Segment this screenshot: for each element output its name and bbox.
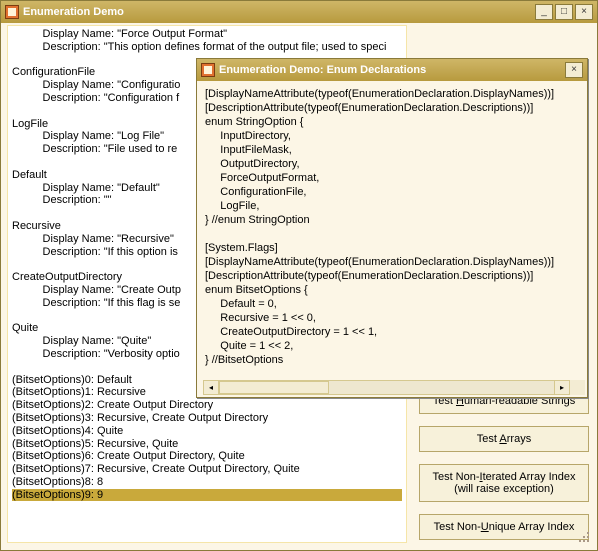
child-close-button[interactable]: × [565,62,583,78]
child-window-title: Enumeration Demo: Enum Declarations [219,64,565,76]
maximize-button[interactable]: □ [555,4,573,20]
app-icon [5,5,19,19]
scroll-right-button[interactable]: ▸ [554,381,569,394]
child-titlebar[interactable]: Enumeration Demo: Enum Declarations × [197,59,587,81]
code-text-area[interactable]: [DisplayNameAttribute(typeof(Enumeration… [203,85,585,395]
scroll-thumb[interactable] [219,381,329,394]
horizontal-scrollbar[interactable]: ◂ ▸ [203,380,570,395]
close-button[interactable]: × [575,4,593,20]
resize-grip[interactable] [575,528,589,542]
app-icon [201,63,215,77]
test-arrays-button[interactable]: Test Arrays [419,426,589,452]
scrollbar-corner [570,380,585,395]
output-selected-line: (BitsetOptions)9: 9 [12,489,402,502]
minimize-button[interactable]: _ [535,4,553,20]
scroll-left-button[interactable]: ◂ [204,381,219,394]
main-window-title: Enumeration Demo [23,6,535,18]
test-non-unique-button[interactable]: Test Non-Unique Array Index [419,514,589,540]
code-text: [DisplayNameAttribute(typeof(Enumeration… [203,85,585,369]
main-titlebar[interactable]: Enumeration Demo _ □ × [1,1,597,23]
test-non-iterated-button[interactable]: Test Non-Iterated Array Index(will raise… [419,464,589,502]
